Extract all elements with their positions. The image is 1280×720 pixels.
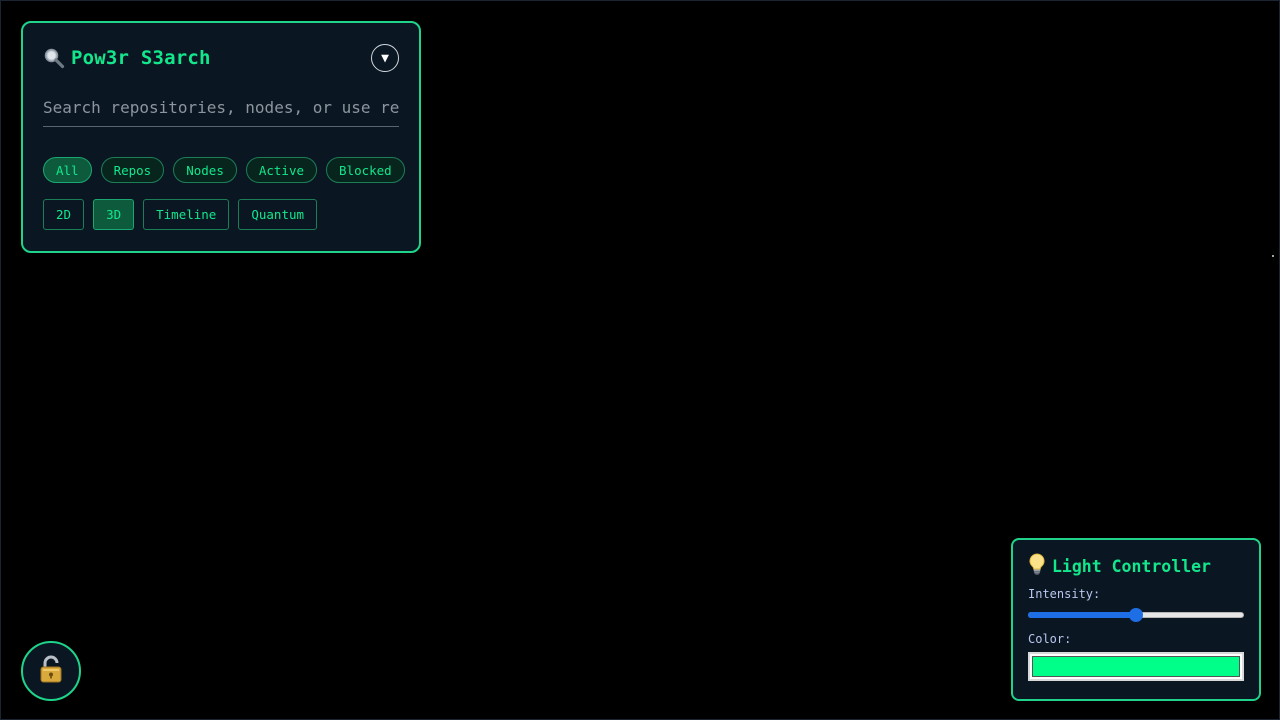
scene-point — [1272, 255, 1274, 257]
app-viewport: Pow3r S3arch ▼ All Repos Nodes Active Bl… — [0, 0, 1280, 720]
view-2d-button[interactable]: 2D — [43, 199, 85, 230]
light-controller-panel: Light Controller Intensity: Color: — [1011, 538, 1261, 701]
search-header: Pow3r S3arch ▼ — [43, 41, 399, 75]
lightbulb-icon — [1028, 553, 1046, 579]
search-input[interactable] — [43, 93, 399, 127]
intensity-slider[interactable] — [1028, 607, 1244, 623]
chevron-down-icon: ▼ — [381, 50, 389, 66]
slider-thumb[interactable] — [1129, 608, 1143, 622]
color-swatch — [1032, 656, 1240, 677]
view-mode-buttons: 2D 3D Timeline Quantum — [43, 199, 399, 230]
search-title-wrap: Pow3r S3arch — [43, 47, 211, 69]
filter-chip-nodes[interactable]: Nodes — [173, 157, 237, 183]
light-header: Light Controller — [1028, 553, 1244, 579]
filter-chip-repos[interactable]: Repos — [100, 157, 165, 183]
search-panel: Pow3r S3arch ▼ All Repos Nodes Active Bl… — [21, 21, 421, 253]
search-title: Pow3r S3arch — [71, 47, 211, 69]
padlock-open-icon — [38, 655, 64, 687]
filter-chip-all[interactable]: All — [43, 157, 92, 183]
intensity-label: Intensity: — [1028, 587, 1101, 601]
view-timeline-button[interactable]: Timeline — [143, 199, 230, 230]
collapse-button[interactable]: ▼ — [371, 44, 399, 72]
view-3d-button[interactable]: 3D — [93, 199, 135, 230]
filter-chip-blocked[interactable]: Blocked — [326, 157, 405, 183]
filter-chip-active[interactable]: Active — [245, 157, 318, 183]
color-label: Color: — [1028, 632, 1072, 646]
filter-chips: All Repos Nodes Active Blocked — [43, 157, 405, 183]
view-quantum-button[interactable]: Quantum — [238, 199, 318, 230]
light-title: Light Controller — [1052, 556, 1211, 576]
slider-fill — [1028, 612, 1136, 618]
color-picker[interactable] — [1028, 652, 1244, 681]
lock-button[interactable] — [21, 641, 81, 701]
magnifier-icon — [43, 47, 65, 69]
